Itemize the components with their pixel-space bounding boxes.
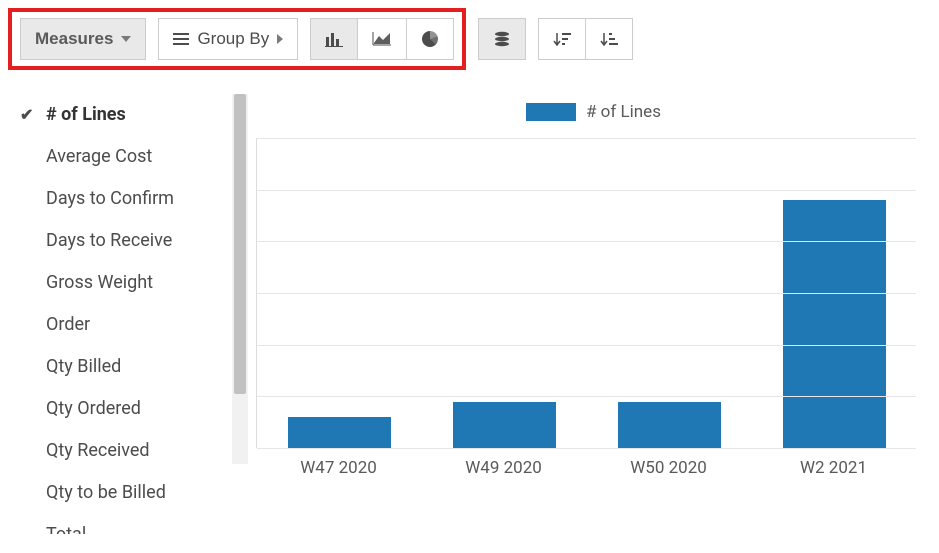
measures-list[interactable]: # of LinesAverage CostDays to ConfirmDay… xyxy=(8,94,232,534)
sort-desc-button[interactable] xyxy=(538,18,586,60)
chart-area: # of Lines W47 2020W49 2020W50 2020W2 20… xyxy=(256,118,926,508)
scrollbar-thumb[interactable] xyxy=(234,94,246,394)
toolbar: Measures Group By xyxy=(8,8,633,70)
legend-label: # of Lines xyxy=(586,102,661,122)
measure-item[interactable]: Qty Ordered xyxy=(8,388,232,430)
measure-item[interactable]: Average Cost xyxy=(8,136,232,178)
x-tick: W49 2020 xyxy=(421,458,586,478)
measure-item[interactable]: Days to Confirm xyxy=(8,178,232,220)
measures-button[interactable]: Measures xyxy=(20,18,146,60)
line-chart-button[interactable] xyxy=(358,18,407,60)
bar-chart-icon xyxy=(325,31,343,47)
x-axis: W47 2020W49 2020W50 2020W2 2021 xyxy=(256,458,916,478)
measure-item[interactable]: Qty Billed xyxy=(8,346,232,388)
gridline xyxy=(257,396,916,397)
gridline xyxy=(257,190,916,191)
measures-panel: # of LinesAverage CostDays to ConfirmDay… xyxy=(8,94,248,534)
gridline xyxy=(257,241,916,242)
sort-group xyxy=(538,18,633,60)
legend-swatch xyxy=(526,103,576,121)
bar-chart-button[interactable] xyxy=(310,18,358,60)
x-tick: W50 2020 xyxy=(586,458,751,478)
view-mode-group xyxy=(478,18,526,60)
gridline xyxy=(257,448,916,449)
highlight-annotation: Measures Group By xyxy=(8,8,466,70)
sort-asc-button[interactable] xyxy=(586,18,633,60)
measure-item[interactable]: Qty to be Billed xyxy=(8,472,232,514)
pie-chart-icon xyxy=(421,30,439,48)
bar[interactable] xyxy=(288,417,390,448)
pie-chart-button[interactable] xyxy=(407,18,454,60)
list-icon xyxy=(173,33,189,45)
bar[interactable] xyxy=(618,402,720,449)
sort-desc-icon xyxy=(553,31,571,47)
stacked-button[interactable] xyxy=(478,18,526,60)
gridline xyxy=(257,293,916,294)
caret-right-icon xyxy=(277,34,283,44)
line-chart-icon xyxy=(372,31,392,47)
measure-item[interactable]: # of Lines xyxy=(8,94,232,136)
gridline xyxy=(257,138,916,139)
caret-down-icon xyxy=(121,36,131,42)
measure-item[interactable]: Qty Received xyxy=(8,430,232,472)
measures-button-label: Measures xyxy=(35,29,113,49)
groupby-button[interactable]: Group By xyxy=(158,18,298,60)
measure-item[interactable]: Total xyxy=(8,514,232,534)
measure-item[interactable]: Gross Weight xyxy=(8,262,232,304)
chart-type-group xyxy=(310,18,454,60)
stack-icon xyxy=(493,31,511,47)
scrollbar[interactable] xyxy=(232,94,248,464)
x-tick: W47 2020 xyxy=(256,458,421,478)
bar[interactable] xyxy=(453,402,555,449)
groupby-button-label: Group By xyxy=(197,29,269,49)
gridline xyxy=(257,345,916,346)
x-tick: W2 2021 xyxy=(751,458,916,478)
measure-item[interactable]: Days to Receive xyxy=(8,220,232,262)
sort-asc-icon xyxy=(600,31,618,47)
plot xyxy=(256,138,916,448)
bar[interactable] xyxy=(783,200,885,448)
measure-item[interactable]: Order xyxy=(8,304,232,346)
legend[interactable]: # of Lines xyxy=(526,102,661,122)
